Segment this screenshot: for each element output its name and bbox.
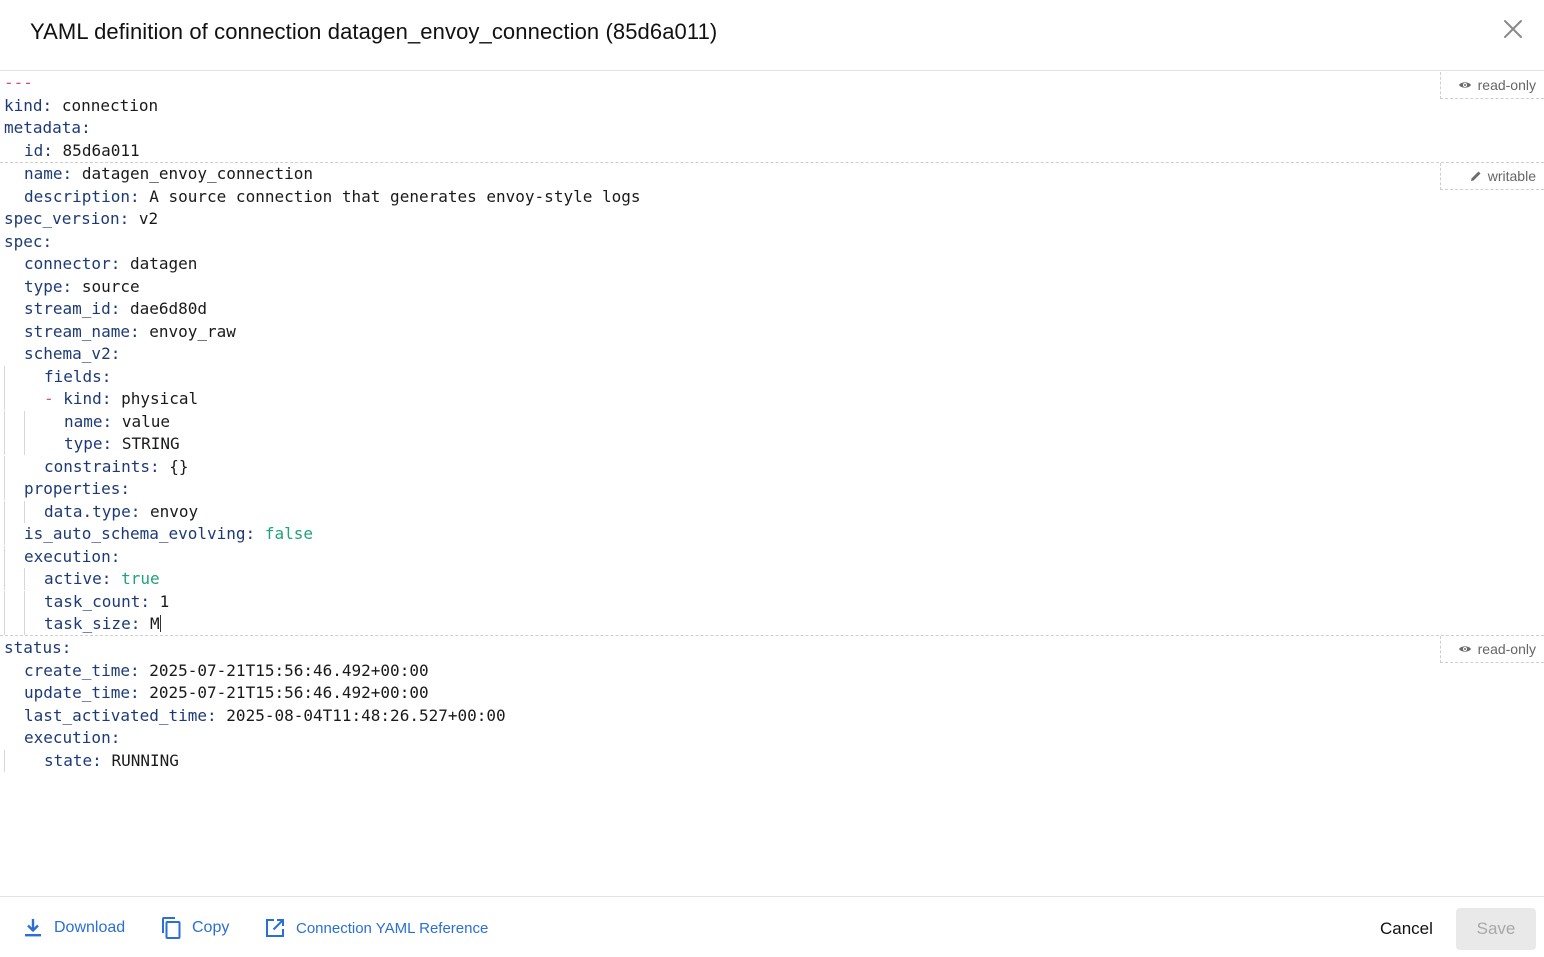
- connection-yaml-reference-link[interactable]: Connection YAML Reference: [264, 915, 488, 941]
- yaml-line: name: datagen_envoy_connection: [24, 164, 313, 183]
- yaml-line: properties:: [4, 478, 130, 500]
- yaml-line: is_auto_schema_evolving: false: [4, 523, 313, 545]
- yaml-line: description: A source connection that ge…: [24, 187, 641, 206]
- yaml-line: spec_version: v2: [4, 209, 159, 228]
- yaml-line: update_time: 2025-07-21T15:56:46.492+00:…: [24, 683, 429, 702]
- download-label: Download: [54, 919, 126, 936]
- dialog-title: YAML definition of connection datagen_en…: [30, 19, 718, 44]
- yaml-line: stream_id: dae6d80d: [24, 299, 208, 318]
- yaml-line: spec:: [4, 232, 53, 251]
- yaml-line: type: source: [24, 277, 140, 296]
- save-button[interactable]: Save: [1456, 908, 1536, 950]
- copy-icon: [162, 917, 181, 939]
- yaml-line: active: true: [4, 568, 160, 590]
- external-link-icon: [266, 919, 284, 937]
- yaml-line: ---: [4, 73, 33, 92]
- close-icon: [1504, 20, 1522, 38]
- cancel-button[interactable]: Cancel: [1380, 919, 1433, 939]
- eye-icon: [1458, 646, 1471, 652]
- read-only-badge: read-only: [1440, 636, 1544, 663]
- yaml-line: - kind: physical: [4, 388, 198, 410]
- text-cursor: [159, 615, 161, 632]
- yaml-line: stream_name: envoy_raw: [24, 322, 236, 341]
- connection-yaml-reference-label: Connection YAML Reference: [296, 919, 489, 937]
- yaml-line: metadata:: [4, 118, 91, 137]
- yaml-line: kind: connection: [4, 96, 159, 115]
- yaml-line: status:: [4, 638, 72, 657]
- yaml-line: constraints: {}: [4, 456, 189, 478]
- writable-label: writable: [1487, 168, 1536, 184]
- download-button[interactable]: Download: [22, 915, 125, 941]
- writable-badge: writable: [1440, 163, 1544, 190]
- copy-label: Copy: [192, 919, 230, 936]
- yaml-line: task_size: M: [4, 613, 161, 635]
- yaml-line: id: 85d6a011: [24, 141, 140, 160]
- yaml-line: fields:: [4, 366, 111, 388]
- read-only-label: read-only: [1477, 641, 1536, 657]
- yaml-line: task_count: 1: [4, 591, 169, 613]
- yaml-line: execution:: [24, 728, 121, 747]
- copy-button[interactable]: Copy: [160, 915, 229, 941]
- yaml-line: data.type: envoy: [4, 501, 198, 523]
- yaml-line: connector: datagen: [24, 254, 198, 273]
- download-icon: [25, 919, 41, 937]
- yaml-line: schema_v2:: [24, 344, 121, 363]
- yaml-line: state: RUNNING: [4, 750, 179, 772]
- section-divider: [0, 162, 1544, 163]
- read-only-label: read-only: [1477, 77, 1536, 93]
- read-only-badge: read-only: [1440, 72, 1544, 99]
- dialog-footer: Download Copy Connection YAML Reference …: [0, 896, 1544, 957]
- yaml-line: create_time: 2025-07-21T15:56:46.492+00:…: [24, 661, 429, 680]
- yaml-line: name: value: [4, 411, 170, 433]
- close-button[interactable]: [1500, 16, 1526, 42]
- dialog-header: YAML definition of connection datagen_en…: [0, 0, 1544, 71]
- pencil-icon: [1470, 171, 1481, 181]
- eye-icon: [1458, 82, 1471, 88]
- yaml-line: type: STRING: [4, 433, 180, 455]
- yaml-line: last_activated_time: 2025-08-04T11:48:26…: [24, 706, 506, 725]
- yaml-editor[interactable]: --- kind: connection metadata: id: 85d6a…: [0, 72, 1544, 896]
- section-divider: [0, 635, 1544, 636]
- yaml-line: execution:: [4, 546, 120, 568]
